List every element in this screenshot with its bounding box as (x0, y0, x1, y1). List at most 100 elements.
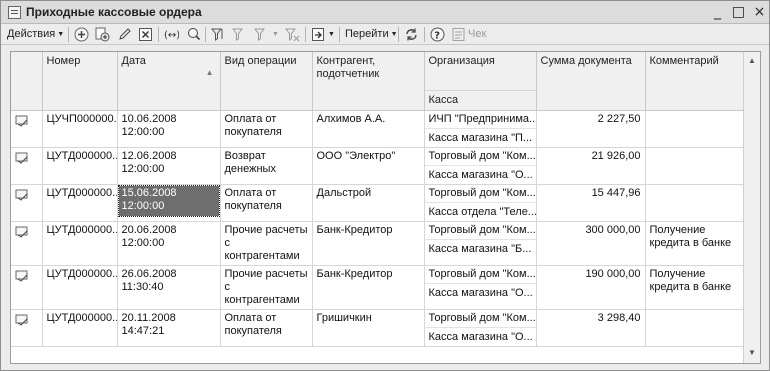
number-cell[interactable]: ЦУТД000000... (42, 184, 118, 222)
documents-table: Номер Дата ▲ Вид операции Контрагент, под… (10, 51, 761, 364)
date-value: 10.06.2008 (121, 112, 177, 125)
operation-cell[interactable]: Прочие расчеты с контрагентами (220, 221, 313, 266)
operation-cell[interactable]: Оплата от покупателя (220, 184, 313, 222)
amount-cell[interactable]: 3 298,40 (536, 309, 646, 347)
svg-text:(↔): (↔) (164, 30, 179, 41)
comment-column-header[interactable]: Комментарий (645, 52, 744, 111)
table-row[interactable]: ЦУТД000000... 26.06.2008 11:30:40 Прочие … (11, 265, 744, 310)
filter-icon[interactable] (211, 27, 226, 42)
title-bar: Приходные кассовые ордера _ □ × (1, 1, 769, 24)
counterparty-cell[interactable]: Алхимов А.А. (312, 110, 425, 148)
counterparty-cell[interactable]: Банк-Кредитор (312, 221, 425, 266)
post-icon[interactable] (311, 27, 326, 42)
scroll-up-icon[interactable]: ▲ (748, 56, 756, 65)
actions-menu-button[interactable]: Действия ▼ (7, 26, 64, 43)
chevron-down-icon: ▼ (57, 31, 65, 38)
check-label: Чек (468, 28, 487, 40)
date-cell[interactable]: 20.06.2008 12:00:00 (117, 221, 221, 266)
amount-cell[interactable]: 15 447,96 (536, 184, 646, 222)
date-value: 20.06.2008 (121, 223, 177, 236)
chevron-down-icon: ▼ (272, 31, 279, 38)
add-icon[interactable] (74, 27, 89, 42)
cashbox-value: Касса магазина "О... (424, 164, 535, 182)
document-icon (11, 110, 43, 148)
table-row[interactable]: ЦУТД000000... 20.11.2008 14:47:21 Оплата … (11, 309, 744, 347)
amount-column-header[interactable]: Сумма документа (536, 52, 646, 111)
organization-cell[interactable]: Торговый дом "Ком... Касса магазина "О... (424, 147, 537, 185)
amount-cell[interactable]: 2 227,50 (536, 110, 646, 148)
date-column-header[interactable]: Дата ▲ (117, 52, 221, 111)
number-cell[interactable]: ЦУТД000000... (42, 221, 118, 266)
amount-cell[interactable]: 190 000,00 (536, 265, 646, 310)
toolbar: Действия ▼ (↔) ▼ ▼ Перейти ▼ ? Чек (1, 24, 769, 45)
close-button[interactable]: × (751, 4, 768, 21)
organization-value: ИЧП "Предпринима... (428, 112, 536, 125)
counterparty-cell[interactable]: Банк-Кредитор (312, 265, 425, 310)
time-value: 14:47:21 (121, 324, 165, 337)
delete-icon[interactable] (138, 27, 153, 42)
sync-icon[interactable] (404, 27, 419, 42)
comment-cell[interactable] (645, 147, 744, 185)
receipt-icon (451, 27, 466, 42)
date-cell[interactable]: 20.11.2008 14:47:21 (117, 309, 221, 347)
window-title: Приходные кассовые ордера (26, 5, 202, 19)
organization-column-header[interactable]: Организация (424, 52, 537, 91)
organization-cell[interactable]: Торговый дом "Ком... Касса магазина "Б... (424, 221, 537, 266)
operation-cell[interactable]: Оплата от покупателя (220, 309, 313, 347)
table-row[interactable]: ЦУТД000000... 15.06.2008 12:00:00 Оплата … (11, 184, 744, 222)
chevron-down-icon: ▼ (390, 31, 398, 38)
scroll-down-icon[interactable]: ▼ (748, 348, 756, 357)
table-row[interactable]: ЦУЧП000000... 10.06.2008 12:00:00 Оплата … (11, 110, 744, 148)
table-body: ЦУЧП000000... 10.06.2008 12:00:00 Оплата … (11, 110, 744, 347)
number-cell[interactable]: ЦУТД000000... (42, 265, 118, 310)
date-cell[interactable]: 26.06.2008 11:30:40 (117, 265, 221, 310)
organization-value: Торговый дом "Ком... (428, 223, 536, 236)
toolbar-divider (205, 27, 206, 42)
maximize-button[interactable]: □ (730, 4, 747, 21)
refresh-icon[interactable]: (↔) (164, 27, 179, 42)
operation-cell[interactable]: Прочие расчеты с контрагентами (220, 265, 313, 310)
organization-cell[interactable]: Торговый дом "Ком... Касса магазина "О... (424, 309, 537, 347)
time-value: 12:00:00 (121, 199, 165, 212)
search-icon[interactable] (186, 27, 201, 42)
table-row[interactable]: ЦУТД000000... 12.06.2008 12:00:00 Возврат… (11, 147, 744, 185)
date-cell[interactable]: 10.06.2008 12:00:00 (117, 110, 221, 148)
comment-cell[interactable]: Получение кредита в банке (645, 221, 744, 266)
organization-cell[interactable]: ИЧП "Предпринима... Касса магазина "П... (424, 110, 537, 148)
cashbox-value: Касса магазина "П... (424, 127, 535, 145)
comment-cell[interactable] (645, 110, 744, 148)
amount-cell[interactable]: 21 926,00 (536, 147, 646, 185)
number-column-header[interactable]: Номер (42, 52, 118, 111)
chevron-down-icon[interactable]: ▼ (326, 26, 335, 43)
comment-cell[interactable]: Получение кредита в банке (645, 265, 744, 310)
goto-menu-button[interactable]: Перейти ▼ (345, 26, 398, 43)
minimize-button[interactable]: _ (709, 4, 726, 21)
comment-cell[interactable] (645, 309, 744, 347)
comment-cell[interactable] (645, 184, 744, 222)
filter-list-icon (232, 27, 247, 42)
counterparty-column-header[interactable]: Контрагент, подотчетник (312, 52, 425, 111)
vertical-scrollbar[interactable]: ▲ ▼ (743, 52, 760, 363)
number-cell[interactable]: ЦУЧП000000... (42, 110, 118, 148)
organization-cell[interactable]: Торговый дом "Ком... Касса магазина "О... (424, 265, 537, 310)
operation-column-header[interactable]: Вид операции (220, 52, 313, 111)
date-cell[interactable]: 12.06.2008 12:00:00 (117, 147, 221, 185)
cashbox-column-header[interactable]: Касса (424, 90, 537, 111)
copy-icon[interactable] (95, 27, 110, 42)
date-value: 15.06.2008 (121, 186, 177, 199)
amount-cell[interactable]: 300 000,00 (536, 221, 646, 266)
icon-column-header[interactable] (11, 52, 43, 111)
number-cell[interactable]: ЦУТД000000... (42, 147, 118, 185)
date-cell-selected[interactable]: 15.06.2008 12:00:00 (117, 184, 221, 222)
sort-ascending-icon: ▲ (205, 68, 214, 77)
counterparty-cell[interactable]: Гришичкин (312, 309, 425, 347)
table-row[interactable]: ЦУТД000000... 20.06.2008 12:00:00 Прочие … (11, 221, 744, 266)
number-cell[interactable]: ЦУТД000000... (42, 309, 118, 347)
edit-icon[interactable] (117, 27, 132, 42)
counterparty-cell[interactable]: ООО "Электро" (312, 147, 425, 185)
counterparty-cell[interactable]: Дальстрой (312, 184, 425, 222)
operation-cell[interactable]: Возврат денежных (220, 147, 313, 185)
organization-cell[interactable]: Торговый дом "Ком... Касса отдела "Теле..… (424, 184, 537, 222)
operation-cell[interactable]: Оплата от покупателя (220, 110, 313, 148)
help-icon[interactable]: ? (430, 27, 445, 42)
